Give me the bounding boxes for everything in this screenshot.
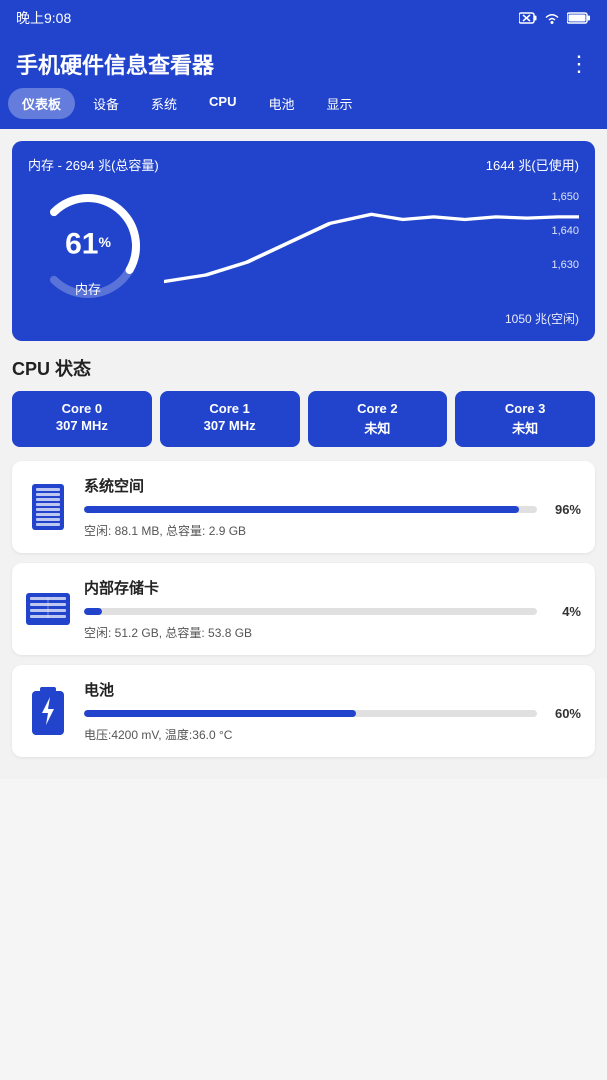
core-3-button[interactable]: Core 3 未知 [455,391,595,447]
chart-y-labels: 1,650 1,640 1,630 [551,191,579,271]
wifi-icon [543,11,561,25]
system-space-bar-track [84,506,537,513]
battery-bar-row: 60% [84,706,581,721]
tab-device[interactable]: 设备 [79,88,133,119]
internal-storage-body: 内部存储卡 4% 空闲: 51.2 GB, 总容量: 53.8 GB [84,577,581,641]
system-space-bar-fill [84,506,519,513]
tab-dashboard[interactable]: 仪表板 [8,88,75,119]
system-space-bar-row: 96% [84,502,581,517]
internal-storage-icon [26,587,70,631]
battery-error-icon [519,11,537,25]
storage-icon [29,484,67,530]
battery-body: 电池 60% 电压:4200 mV, 温度:36.0 °C [84,679,581,743]
header: 手机硬件信息查看器 ⋮ [0,36,607,88]
battery-sub: 电压:4200 mV, 温度:36.0 °C [84,726,581,743]
gauge-unit: % [98,234,110,250]
core-0-button[interactable]: Core 0 307 MHz [12,391,152,447]
battery-pct: 60% [545,706,581,721]
core-2-name: Core 2 [314,401,442,416]
tab-system[interactable]: 系统 [137,88,191,119]
internal-storage-card: 内部存储卡 4% 空闲: 51.2 GB, 总容量: 53.8 GB [12,563,595,655]
battery-full-icon [567,11,591,25]
core-0-name: Core 0 [18,401,146,416]
status-time: 晚上9:08 [16,8,71,28]
system-space-card: 系统空间 96% 空闲: 88.1 MB, 总容量: 2.9 GB [12,461,595,553]
memory-header: 内存 - 2694 兆(总容量) 1644 兆(已使用) [28,155,579,174]
memory-card: 内存 - 2694 兆(总容量) 1644 兆(已使用) 61% 内存 [12,141,595,341]
core-1-button[interactable]: Core 1 307 MHz [160,391,300,447]
more-menu-button[interactable]: ⋮ [568,51,591,77]
system-space-icon [26,485,70,529]
internal-storage-bar-fill [84,608,102,615]
internal-storage-bar-row: 4% [84,604,581,619]
core-2-button[interactable]: Core 2 未知 [308,391,448,447]
core-1-name: Core 1 [166,401,294,416]
battery-card: 电池 60% 电压:4200 mV, 温度:36.0 °C [12,665,595,757]
status-bar: 晚上9:08 [0,0,607,36]
chart-label-1650: 1,650 [551,191,579,203]
tab-display[interactable]: 显示 [313,88,367,119]
internal-storage-title: 内部存储卡 [84,577,581,598]
gauge-text: 61% [65,230,111,260]
core-3-freq: 未知 [461,418,589,437]
storage2-icon [26,591,70,627]
memory-chart: 1,650 1,640 1,630 [164,191,579,301]
core-0-freq: 307 MHz [18,418,146,433]
memory-used-label: 1644 兆(已使用) [486,155,579,174]
core-2-freq: 未知 [314,418,442,437]
internal-storage-sub: 空闲: 51.2 GB, 总容量: 53.8 GB [84,624,581,641]
gauge-percent: 61 [65,228,98,261]
status-icons [519,11,591,25]
battery-title: 电池 [84,679,581,700]
app-title: 手机硬件信息查看器 [16,48,214,80]
battery-icon [32,687,64,735]
battery-card-icon [26,689,70,733]
main-content: 内存 - 2694 兆(总容量) 1644 兆(已使用) 61% 内存 [0,129,607,779]
system-space-sub: 空闲: 88.1 MB, 总容量: 2.9 GB [84,522,581,539]
memory-footer: 1050 兆(空闲) [28,310,579,327]
memory-gauge: 61% 内存 [28,186,148,306]
chart-label-1640: 1,640 [551,225,579,237]
tab-battery[interactable]: 电池 [255,88,309,119]
cpu-cores: Core 0 307 MHz Core 1 307 MHz Core 2 未知 … [12,391,595,447]
cpu-section-title: CPU 状态 [12,355,595,381]
battery-bar-fill [84,710,356,717]
memory-body: 61% 内存 1,650 1,640 1,630 [28,186,579,306]
system-space-body: 系统空间 96% 空闲: 88.1 MB, 总容量: 2.9 GB [84,475,581,539]
core-3-name: Core 3 [461,401,589,416]
system-space-pct: 96% [545,502,581,517]
core-1-freq: 307 MHz [166,418,294,433]
gauge-label: 内存 [75,279,101,298]
chart-svg [164,191,579,301]
tab-bar: 仪表板 设备 系统 CPU 电池 显示 [0,88,607,129]
chart-label-1630: 1,630 [551,259,579,271]
battery-bar-track [84,710,537,717]
internal-storage-pct: 4% [545,604,581,619]
internal-storage-bar-track [84,608,537,615]
system-space-title: 系统空间 [84,475,581,496]
tab-cpu[interactable]: CPU [195,88,250,119]
